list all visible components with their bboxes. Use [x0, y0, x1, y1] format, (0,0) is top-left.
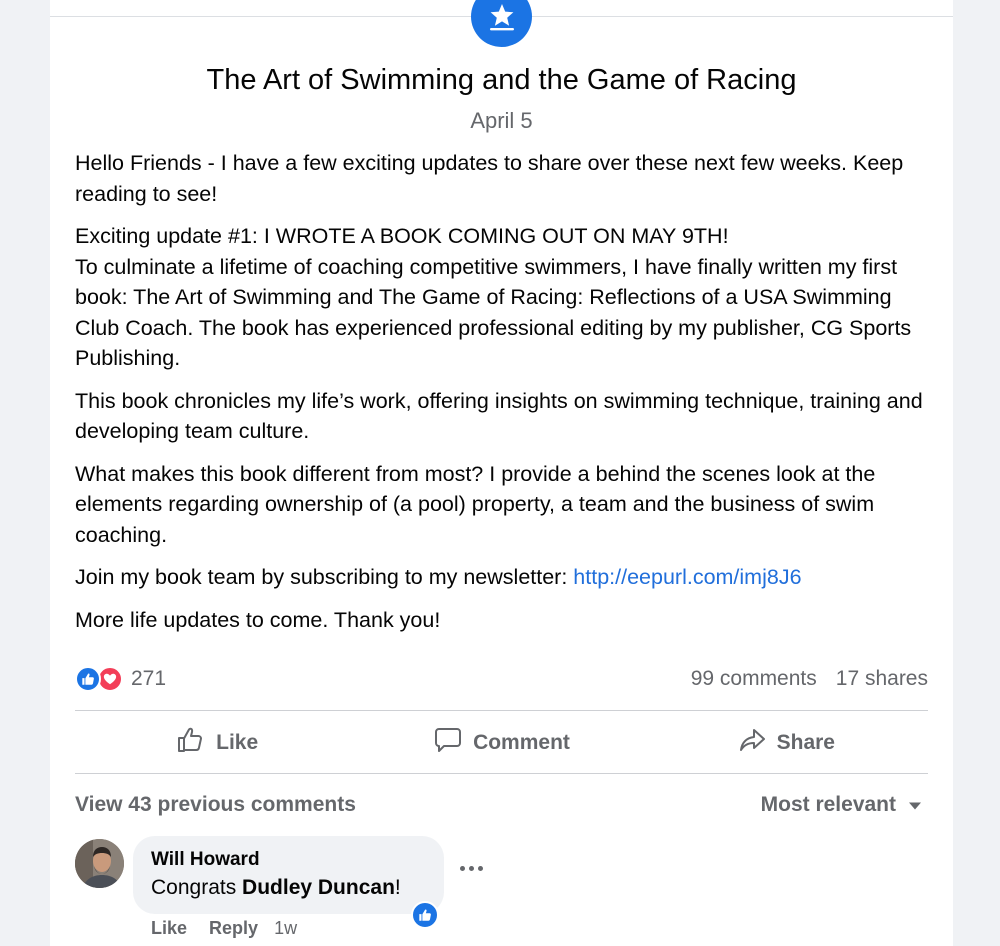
share-button[interactable]: Share [644, 712, 928, 773]
paragraph-chronicle: This book chronicles my life’s work, off… [75, 388, 923, 444]
view-previous-comments-link[interactable]: View 43 previous comments [75, 793, 356, 817]
speech-bubble-icon [433, 725, 463, 761]
sort-label: Most relevant [760, 793, 896, 816]
shares-count[interactable]: 17 shares [836, 667, 928, 691]
actions-bottom-divider [75, 773, 928, 774]
comments-count[interactable]: 99 comments [691, 667, 817, 691]
comment-button[interactable]: Comment [359, 712, 643, 773]
avatar[interactable] [75, 839, 124, 888]
comment-mention[interactable]: Dudley Duncan [242, 876, 395, 899]
paragraph-newsletter: Join my book team by subscribing to my n… [75, 562, 935, 593]
comment-actions: Like Reply 1w [151, 918, 297, 939]
newsletter-text: Join my book team by subscribing to my n… [75, 565, 574, 589]
paragraph-difference: What makes this book different from most… [75, 461, 876, 547]
comments-header: View 43 previous comments Most relevant [75, 788, 928, 822]
actions-top-divider [75, 710, 928, 711]
comment-reaction-badge[interactable] [411, 901, 439, 929]
post-date[interactable]: April 5 [50, 108, 953, 134]
comment-text-prefix: Congrats [151, 876, 243, 899]
share-label: Share [776, 730, 835, 754]
comment-reply-button[interactable]: Reply [209, 918, 258, 939]
reaction-count[interactable]: 271 [131, 667, 166, 691]
thumbs-up-icon [75, 666, 101, 692]
like-label: Like [216, 730, 259, 754]
newsletter-link[interactable]: http://eepurl.com/imj8J6 [573, 565, 801, 589]
paragraph-closing: More life updates to come. Thank you! [75, 607, 441, 632]
paragraph-update: Exciting update #1: I WROTE A BOOK COMIN… [75, 221, 935, 374]
share-arrow-icon [737, 725, 767, 761]
comment-label: Comment [473, 730, 570, 754]
like-button[interactable]: Like [75, 712, 359, 773]
caret-down-icon [908, 793, 922, 817]
post-actions: Like Comment Share [75, 712, 928, 773]
comment-like-button[interactable]: Like [151, 918, 187, 939]
reaction-icons[interactable] [75, 666, 123, 692]
update-text: To culminate a lifetime of coaching comp… [75, 254, 912, 371]
comment-author[interactable]: Will Howard [151, 848, 426, 872]
post-stats: 271 99 comments 17 shares [75, 662, 928, 696]
comment-text: Congrats Dudley Duncan! [151, 872, 426, 904]
ellipsis-icon[interactable] [460, 866, 483, 871]
comment-sort-dropdown[interactable]: Most relevant [761, 793, 928, 817]
engagement-counts: 99 comments 17 shares [691, 667, 928, 691]
paragraph-greeting: Hello Friends - I have a few exciting up… [75, 151, 904, 206]
post-card: The Art of Swimming and the Game of Raci… [50, 0, 953, 946]
comment-timestamp[interactable]: 1w [274, 918, 297, 939]
post-body: Hello Friends - I have a few exciting up… [75, 148, 935, 647]
thumbs-up-outline-icon [176, 725, 206, 761]
thumbs-up-icon [419, 909, 431, 921]
comment-text-suffix: ! [394, 876, 401, 899]
comment-bubble: Will Howard Congrats Dudley Duncan! [133, 836, 444, 914]
star-badge-icon [471, 0, 532, 47]
update-heading: Exciting update #1: I WROTE A BOOK COMIN… [75, 224, 729, 248]
post-title: The Art of Swimming and the Game of Raci… [206, 64, 797, 96]
